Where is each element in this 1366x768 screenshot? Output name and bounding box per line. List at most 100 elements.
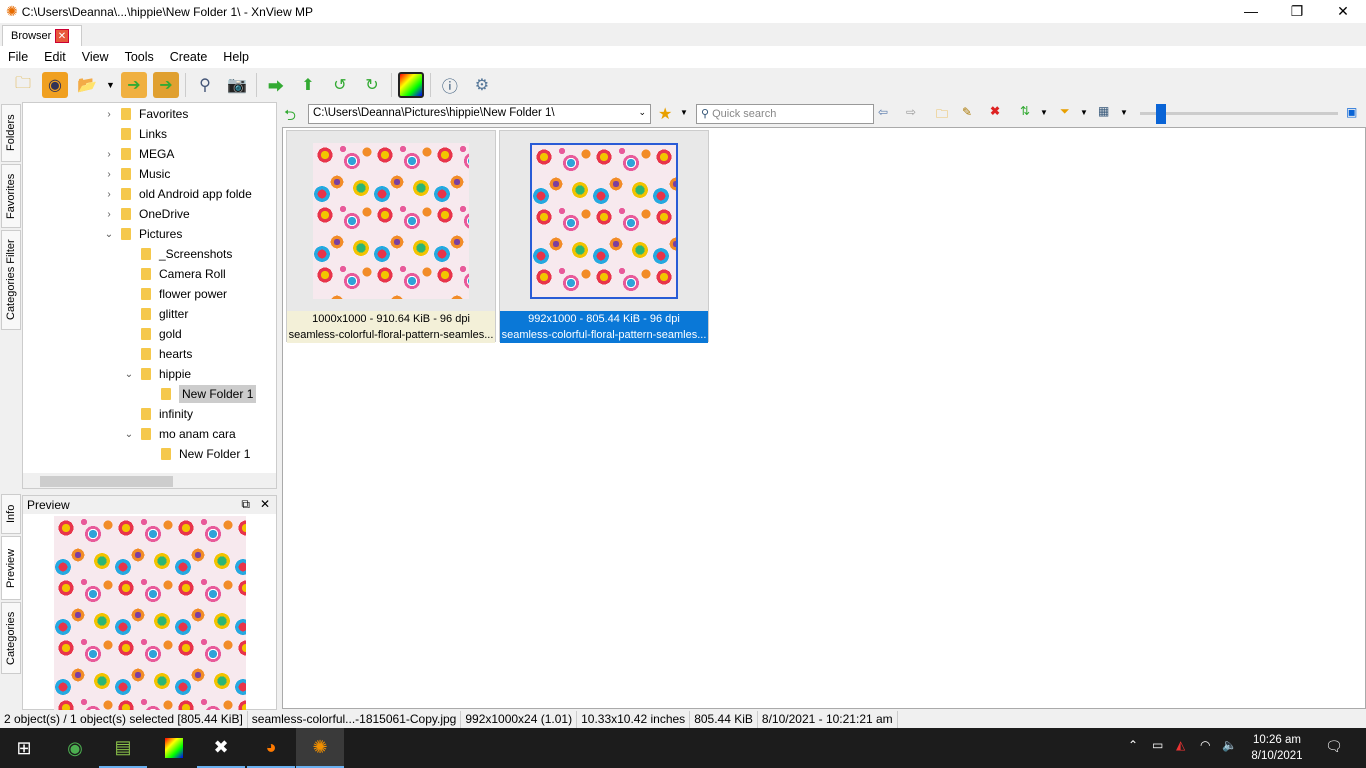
tree-item[interactable]: ⌄ mo anam cara [123, 424, 236, 444]
menu-tools[interactable]: Tools [117, 50, 162, 64]
view-mode-icon[interactable]: ▦ [1098, 104, 1109, 118]
star-icon[interactable]: ★ [658, 104, 672, 124]
thumbnail-size-slider[interactable] [1140, 104, 1338, 124]
sort-icon[interactable]: ⇅ [1020, 104, 1030, 118]
capture-icon[interactable]: 📷 [224, 72, 250, 98]
tree-item[interactable]: › Music [103, 164, 170, 184]
chevron-right-icon[interactable]: › [103, 169, 115, 180]
copy-to-icon[interactable]: ➔ [120, 72, 147, 98]
tree-item[interactable]: gold [123, 324, 182, 344]
binoculars-icon[interactable]: ⚲ [192, 72, 218, 98]
menu-file[interactable]: File [0, 50, 36, 64]
tree-item[interactable]: hearts [123, 344, 192, 364]
quick-search-input[interactable]: ⚲ Quick search [696, 104, 874, 124]
tray-app-icon[interactable]: ◭ [1176, 738, 1185, 752]
maximize-button[interactable]: ❐ [1274, 0, 1320, 23]
menu-edit[interactable]: Edit [36, 50, 74, 64]
view-image-icon[interactable]: ◉ [42, 72, 68, 98]
notepad-icon[interactable]: ▤ [99, 728, 147, 768]
previous-icon[interactable]: ⇦ [878, 105, 888, 119]
rotate-left-icon[interactable]: ↺ [327, 72, 353, 98]
move-to-icon[interactable]: ➔ [152, 72, 179, 98]
settings-icon[interactable]: ⚙ [469, 72, 495, 98]
xnview-icon[interactable]: ✺ [296, 728, 344, 768]
tree-item[interactable]: Camera Roll [123, 264, 226, 284]
dropdown-arrow-icon[interactable]: ▼ [1040, 108, 1048, 117]
tree-item[interactable]: glitter [123, 304, 188, 324]
tree-item[interactable]: › OneDrive [103, 204, 189, 224]
color-app-icon[interactable] [150, 728, 198, 768]
info-icon[interactable]: ⓘ [437, 72, 463, 98]
volume-icon[interactable]: 🔈 [1222, 738, 1237, 752]
show-hidden-icons[interactable]: ⌃ [1128, 738, 1138, 752]
close-tab-icon[interactable]: ✕ [55, 29, 69, 43]
path-input[interactable]: C:\Users\Deanna\Pictures\hippie\New Fold… [308, 104, 651, 124]
chevron-down-icon[interactable]: ⌄ [123, 429, 135, 440]
folder-tree-icon[interactable]: 🗀 [10, 72, 36, 98]
tab-folders[interactable]: Folders [1, 104, 21, 162]
delete-icon[interactable]: ✖ [990, 104, 1000, 118]
thumbnail-item[interactable]: 1000x1000 - 910.64 KiB - 96 dpi seamless… [286, 130, 496, 343]
tree-item-label: Camera Roll [159, 267, 226, 281]
xnconvert-icon[interactable]: ✖ [197, 728, 245, 768]
up-icon[interactable]: ⬆ [295, 72, 321, 98]
tree-item[interactable]: › old Android app folde [103, 184, 251, 204]
folder-icon [141, 428, 151, 440]
tree-item[interactable]: › MEGA [103, 144, 174, 164]
notifications-icon[interactable]: 🗨 [1325, 738, 1343, 755]
chevron-right-icon[interactable]: › [103, 189, 115, 200]
chevron-down-icon[interactable]: ⌄ [123, 369, 135, 380]
chevron-down-icon[interactable]: ⌄ [638, 107, 646, 118]
next-icon[interactable]: ⇨ [906, 105, 916, 119]
color-adjust-icon[interactable] [397, 72, 424, 98]
start-button[interactable]: ⊞ [0, 728, 48, 768]
new-folder-icon[interactable]: 🗀 [936, 105, 948, 126]
tree-item[interactable]: infinity [123, 404, 193, 424]
dropdown-arrow-icon[interactable]: ▼ [1080, 108, 1088, 117]
menu-help[interactable]: Help [215, 50, 257, 64]
chevron-right-icon[interactable]: › [103, 109, 115, 120]
wifi-icon[interactable]: ◠ [1200, 738, 1210, 752]
dropdown-arrow-icon[interactable]: ▼ [680, 108, 688, 117]
tab-favorites[interactable]: Favorites [1, 164, 21, 228]
menu-create[interactable]: Create [162, 50, 216, 64]
tree-item[interactable]: Links [103, 124, 167, 144]
tree-item[interactable]: New Folder 1 [143, 384, 257, 404]
tab-browser[interactable]: Browser ✕ [2, 25, 82, 46]
folder-icon [141, 328, 151, 340]
chevron-down-icon[interactable]: ⌄ [103, 229, 115, 240]
tab-preview[interactable]: Preview [1, 536, 21, 600]
chevron-right-icon[interactable]: › [103, 209, 115, 220]
tree-item[interactable]: flower power [123, 284, 227, 304]
open-folder-icon[interactable]: 📂 [74, 72, 100, 98]
tree-item[interactable]: New Folder 1 [143, 444, 250, 464]
tab-categories[interactable]: Categories [1, 602, 21, 674]
maximize-thumbs-icon[interactable]: ▣ [1346, 105, 1357, 119]
tree-horizontal-scrollbar[interactable] [23, 473, 276, 488]
tab-categories-filter[interactable]: Categories Filter [1, 230, 21, 330]
menu-view[interactable]: View [74, 50, 117, 64]
thumbnail-item-selected[interactable]: 992x1000 - 805.44 KiB - 96 dpi seamless-… [499, 130, 709, 343]
tree-item[interactable]: › Favorites [103, 104, 188, 124]
dropdown-arrow-icon[interactable]: ▼ [106, 80, 115, 90]
close-button[interactable]: ✕ [1320, 0, 1366, 23]
tab-info[interactable]: Info [1, 494, 21, 534]
float-panel-icon[interactable]: ⧉ [241, 497, 250, 512]
tree-item[interactable]: ⌄ hippie [123, 364, 191, 384]
rename-icon[interactable]: ✎ [962, 105, 972, 119]
tree-item[interactable]: ⌄ Pictures [103, 224, 183, 244]
filter-icon[interactable]: ⏷ [1060, 104, 1070, 119]
battery-icon[interactable]: ▭ [1152, 738, 1163, 752]
slider-handle[interactable] [1156, 104, 1166, 124]
chevron-right-icon[interactable]: › [103, 149, 115, 160]
minimize-button[interactable]: — [1228, 0, 1274, 23]
rotate-right-icon[interactable]: ↻ [359, 72, 385, 98]
scroll-thumb[interactable] [40, 476, 173, 487]
dropdown-arrow-icon[interactable]: ▼ [1120, 108, 1128, 117]
clock[interactable]: 10:26 am 8/10/2021 [1244, 732, 1310, 764]
tree-item[interactable]: _Screenshots [123, 244, 232, 264]
back-icon[interactable]: ⮕ [263, 72, 289, 98]
chrome-icon[interactable]: ◉ [51, 728, 99, 768]
close-panel-icon[interactable]: ✕ [260, 497, 270, 511]
firefox-icon[interactable]: ◕ [247, 728, 295, 768]
